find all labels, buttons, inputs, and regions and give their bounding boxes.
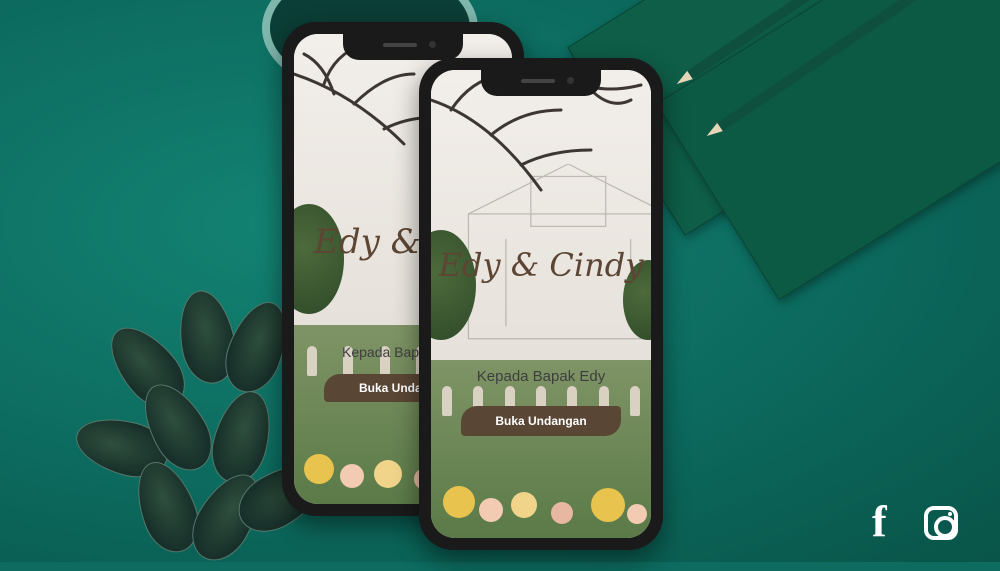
greeting: Kepada Bapak Edy bbox=[476, 368, 606, 385]
flowers-decoration bbox=[431, 458, 651, 538]
couple-names: Edy & Cindy bbox=[438, 246, 644, 284]
phone-front: Edy & Cindy Kepada Bapak Edy Buka Undang… bbox=[419, 58, 663, 550]
facebook-icon[interactable]: f bbox=[872, 500, 887, 544]
instagram-icon[interactable] bbox=[924, 506, 958, 540]
phone-front-screen: Edy & Cindy Kepada Bapak Edy Buka Undang… bbox=[431, 70, 651, 538]
open-invitation-button[interactable]: Buka Undangan bbox=[461, 406, 621, 436]
